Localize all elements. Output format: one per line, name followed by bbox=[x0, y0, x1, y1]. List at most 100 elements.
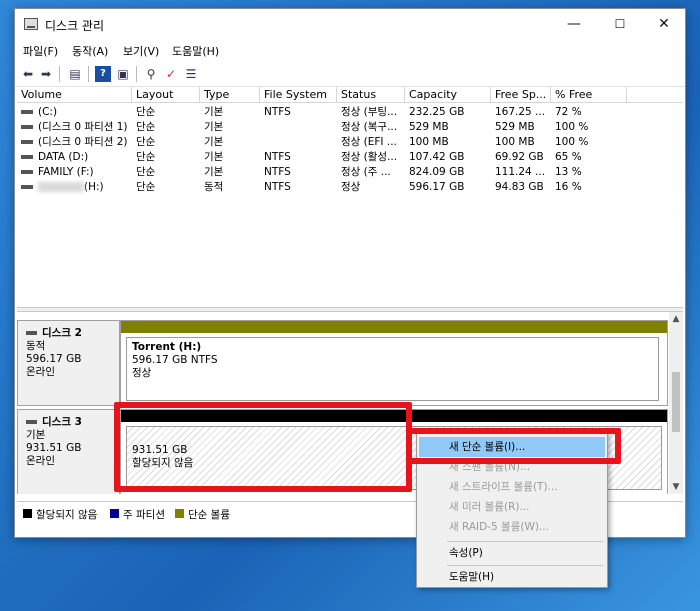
volume-icon bbox=[21, 140, 33, 144]
help-icon[interactable]: ? bbox=[95, 66, 111, 82]
layout-cell: 단순 bbox=[136, 151, 156, 163]
forward-arrow-icon[interactable]: ➡ bbox=[38, 66, 54, 82]
menu-action[interactable]: 동작(A) bbox=[72, 43, 108, 59]
column-header-type[interactable]: Type bbox=[200, 87, 260, 103]
volume-name: (H:) bbox=[84, 181, 104, 193]
redacted-volume-label bbox=[38, 182, 84, 192]
disk-size: 596.17 GB bbox=[26, 353, 82, 365]
column-header-layout[interactable]: Layout bbox=[132, 87, 200, 103]
menu-file[interactable]: 파일(F) bbox=[23, 43, 58, 59]
disk-3-label[interactable]: 디스크 3 기본 931.51 GB 온라인 bbox=[17, 409, 120, 494]
volume-icon bbox=[21, 185, 33, 189]
properties-icon[interactable]: ▣ bbox=[115, 66, 131, 82]
disk-state: 온라인 bbox=[26, 366, 55, 378]
free-space-cell: 100 MB bbox=[495, 136, 535, 148]
status-cell: 정상 bbox=[341, 181, 361, 193]
file-system-cell bbox=[260, 135, 337, 150]
toolbar-divider bbox=[59, 66, 60, 82]
disk-2-label[interactable]: 디스크 2 동적 596.17 GB 온라인 bbox=[17, 320, 120, 406]
capacity-cell: 107.42 GB bbox=[409, 151, 465, 163]
column-header-file-system[interactable]: File System bbox=[260, 87, 337, 103]
menu-separator bbox=[447, 541, 603, 542]
volume-name: (디스크 0 파티션 2) bbox=[38, 136, 128, 148]
column-header-volume[interactable]: Volume bbox=[17, 87, 132, 103]
legend-swatch-simple bbox=[175, 509, 184, 518]
connect-icon[interactable]: ⚲ bbox=[143, 66, 159, 82]
volume-icon bbox=[21, 155, 33, 159]
disk-size: 931.51 GB bbox=[26, 442, 82, 454]
percent-free-cell: 16 % bbox=[555, 181, 582, 193]
list-view-icon[interactable]: ☰ bbox=[183, 66, 199, 82]
menu-properties[interactable]: 속성(P) bbox=[419, 543, 605, 563]
menu-help[interactable]: 도움말(H) bbox=[172, 43, 219, 59]
disk-type: 동적 bbox=[26, 340, 46, 352]
file-system-cell: NTFS bbox=[264, 166, 291, 178]
status-cell: 정상 (EFI ... bbox=[341, 136, 397, 148]
type-cell: 기본 bbox=[204, 106, 224, 118]
capacity-cell: 232.25 GB bbox=[409, 106, 465, 118]
menu-new-mirrored-volume[interactable]: 새 미러 볼륨(R)... bbox=[419, 497, 605, 517]
percent-free-cell: 65 % bbox=[555, 151, 582, 163]
disk-state: 온라인 bbox=[26, 455, 55, 467]
menu-help-item[interactable]: 도움말(H) bbox=[419, 567, 605, 587]
file-system-cell bbox=[260, 120, 337, 135]
menu-separator bbox=[447, 565, 603, 566]
layout-cell: 단순 bbox=[136, 106, 156, 118]
layout-cell: 단순 bbox=[136, 166, 156, 178]
scroll-thumb[interactable] bbox=[672, 372, 680, 432]
volume-icon bbox=[21, 125, 33, 129]
title-bar[interactable]: 디스크 관리 — ☐ ✕ bbox=[15, 9, 685, 39]
maximize-button[interactable]: ☐ bbox=[597, 9, 643, 39]
close-button[interactable]: ✕ bbox=[641, 9, 687, 39]
disk-name: 디스크 2 bbox=[42, 327, 82, 339]
layout-cell: 단순 bbox=[136, 136, 156, 148]
window-title: 디스크 관리 bbox=[45, 19, 105, 33]
back-arrow-icon[interactable]: ⬅ bbox=[20, 66, 36, 82]
free-space-cell: 167.25 ... bbox=[495, 106, 546, 118]
volume-icon bbox=[21, 110, 33, 114]
status-cell: 정상 (활성... bbox=[341, 151, 398, 163]
free-space-cell: 94.83 GB bbox=[495, 181, 544, 193]
status-cell: 정상 (부팅... bbox=[341, 106, 398, 118]
volume-icon bbox=[21, 170, 33, 174]
toolbar-divider bbox=[88, 66, 89, 82]
menu-view[interactable]: 보기(V) bbox=[123, 43, 159, 59]
layout-cell: 단순 bbox=[136, 181, 156, 193]
check-icon[interactable]: ✓ bbox=[163, 66, 179, 82]
type-cell: 기본 bbox=[204, 136, 224, 148]
minimize-button[interactable]: — bbox=[551, 9, 597, 39]
menu-new-striped-volume[interactable]: 새 스트라이프 볼륨(T)... bbox=[419, 477, 605, 497]
type-cell: 기본 bbox=[204, 166, 224, 178]
column-header-status[interactable]: Status bbox=[337, 87, 405, 103]
legend-swatch-unallocated bbox=[23, 509, 32, 518]
legend-swatch-primary bbox=[110, 509, 119, 518]
column-header-empty bbox=[627, 87, 683, 103]
column-header-percent-free[interactable]: % Free bbox=[551, 87, 627, 103]
toolbar-divider bbox=[136, 66, 137, 82]
menu-new-raid5-volume[interactable]: 새 RAID-5 볼륨(W)... bbox=[419, 517, 605, 537]
capacity-cell: 100 MB bbox=[409, 136, 449, 148]
volume-table: Volume Layout Type File System Status Ca… bbox=[17, 87, 683, 307]
scroll-down-icon[interactable]: ▼ bbox=[669, 480, 683, 494]
console-tree-icon[interactable]: ▤ bbox=[67, 66, 83, 82]
disk-icon bbox=[26, 420, 37, 424]
legend-label-unallocated: 할당되지 않음 bbox=[36, 509, 98, 521]
status-cell: 정상 (복구... bbox=[341, 121, 398, 133]
column-header-capacity[interactable]: Capacity bbox=[405, 87, 491, 103]
status-cell: 정상 (주 ... bbox=[341, 166, 391, 178]
type-cell: 동적 bbox=[204, 181, 224, 193]
highlight-box-menu-item bbox=[406, 428, 621, 464]
partition-label: Torrent (H:) bbox=[132, 341, 202, 353]
disk-type: 기본 bbox=[26, 429, 46, 441]
disk-map-scrollbar[interactable]: ▲ ▼ bbox=[669, 312, 683, 494]
capacity-cell: 596.17 GB bbox=[409, 181, 465, 193]
disk-icon bbox=[26, 331, 37, 335]
capacity-cell: 529 MB bbox=[409, 121, 449, 133]
percent-free-cell: 72 % bbox=[555, 106, 582, 118]
simple-volume-bar bbox=[121, 321, 667, 333]
column-header-free-space[interactable]: Free Sp... bbox=[491, 87, 551, 103]
capacity-cell: 824.09 GB bbox=[409, 166, 465, 178]
percent-free-cell: 100 % bbox=[555, 136, 589, 148]
scroll-up-icon[interactable]: ▲ bbox=[669, 312, 683, 326]
torrent-partition[interactable]: Torrent (H:) 596.17 GB NTFS 정상 bbox=[120, 320, 668, 406]
